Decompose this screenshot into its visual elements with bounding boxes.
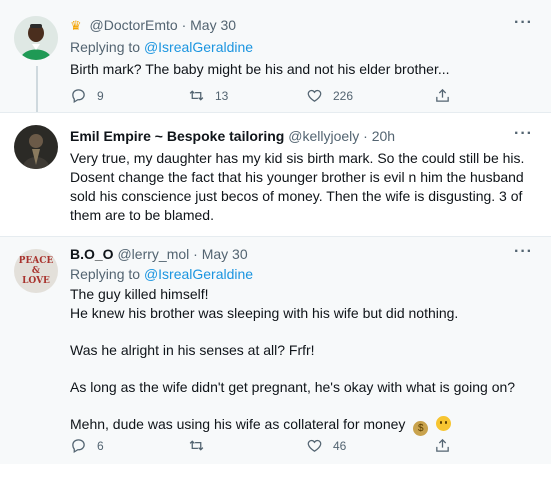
like-count: 226 <box>333 88 354 103</box>
tweet-header: B.O_O @lerry_mol · May 30 <box>70 245 248 263</box>
timestamp[interactable]: 20h <box>372 128 395 144</box>
tweet-paragraph: The guy killed himself! <box>70 286 209 302</box>
retweet-icon <box>189 90 204 101</box>
avatar-text-line: LOVE <box>22 276 50 286</box>
more-options-icon[interactable]: ··· <box>514 125 533 143</box>
thread-line <box>36 66 38 116</box>
tweet[interactable]: Emil Empire ~ Bespoke tailoring @kellyjo… <box>0 112 551 236</box>
money-bag-icon: $ <box>413 421 429 436</box>
tweet-text: Birth mark? The baby might be his and no… <box>70 60 532 79</box>
share-icon <box>436 438 449 452</box>
heart-icon <box>307 439 322 452</box>
user-handle[interactable]: @lerry_mol <box>117 246 189 262</box>
share-icon <box>436 88 449 102</box>
user-handle[interactable]: @kellyjoely <box>288 128 359 144</box>
separator-dot: · <box>181 17 187 33</box>
separator-dot: · <box>193 246 198 262</box>
tweet[interactable]: PEACE & LOVE B.O_O @lerry_mol · May 30 ·… <box>0 236 551 464</box>
tweet-header: ♛ @DoctorEmto · May 30 <box>70 16 236 35</box>
worried-face-icon <box>436 416 452 431</box>
avatar[interactable] <box>14 16 58 60</box>
retweet-icon <box>189 440 204 451</box>
tweet-text: The guy killed himself! He knew his brot… <box>70 285 532 436</box>
replying-to-label: Replying to <box>70 39 141 55</box>
more-options-icon[interactable]: ··· <box>514 243 533 261</box>
replying-to: Replying to @IsrealGeraldine <box>70 265 253 283</box>
separator-dot: · <box>363 128 368 144</box>
display-name[interactable]: Emil Empire ~ Bespoke tailoring <box>70 128 284 144</box>
heart-icon <box>307 89 322 102</box>
share-button[interactable] <box>434 87 451 104</box>
tweet-paragraph: As long as the wife didn't get pregnant,… <box>70 379 516 395</box>
tweet-paragraph: Was he alright in his senses at all? Frf… <box>70 342 315 358</box>
retweet-button[interactable]: 13 <box>188 87 228 104</box>
avatar-image <box>14 16 58 60</box>
reply-count: 9 <box>97 88 104 103</box>
avatar-text-line: & <box>31 266 41 276</box>
timestamp[interactable]: May 30 <box>190 17 236 33</box>
tweet-paragraph: Very true, my daughter has my kid sis bi… <box>70 150 525 223</box>
display-name[interactable]: B.O_O <box>70 246 114 262</box>
tweet-paragraph: He knew his brother was sleeping with hi… <box>70 305 459 321</box>
like-count: 46 <box>333 438 347 453</box>
reply-button[interactable]: 9 <box>70 87 104 104</box>
replying-to-label: Replying to <box>70 266 141 282</box>
timestamp[interactable]: May 30 <box>202 246 248 262</box>
action-bar: 6 46 <box>70 437 470 457</box>
reply-icon <box>72 89 85 104</box>
more-options-icon[interactable]: ··· <box>514 14 533 32</box>
replying-to: Replying to @IsrealGeraldine <box>70 38 253 56</box>
tweet[interactable]: ♛ @DoctorEmto · May 30 ··· Replying to @… <box>0 0 551 116</box>
avatar-text-line: PEACE <box>18 256 54 266</box>
like-button[interactable]: 226 <box>306 87 353 104</box>
crown-icon: ♛ <box>70 18 82 33</box>
avatar-text: PEACE & LOVE <box>14 256 58 286</box>
tweet-feed: ♛ @DoctorEmto · May 30 ··· Replying to @… <box>0 0 551 489</box>
reply-count: 6 <box>97 438 104 453</box>
share-button[interactable] <box>434 437 451 454</box>
avatar[interactable]: PEACE & LOVE <box>14 249 58 293</box>
action-bar: 9 13 226 <box>70 87 470 107</box>
avatar-image <box>14 125 58 169</box>
tweet-text: Very true, my daughter has my kid sis bi… <box>70 149 532 225</box>
avatar[interactable] <box>14 125 58 169</box>
retweet-button[interactable] <box>188 437 215 454</box>
retweet-count: 13 <box>215 88 229 103</box>
user-handle[interactable]: @DoctorEmto <box>90 17 178 33</box>
like-button[interactable]: 46 <box>306 437 346 454</box>
tweet-paragraph-text: Mehn, dude was using his wife as collate… <box>70 416 406 432</box>
replying-to-mention[interactable]: @IsrealGeraldine <box>144 266 253 282</box>
tweet-paragraph: Birth mark? The baby might be his and no… <box>70 61 450 77</box>
reply-button[interactable]: 6 <box>70 437 104 454</box>
tweet-last-paragraph: Mehn, dude was using his wife as collate… <box>70 415 532 436</box>
replying-to-mention[interactable]: @IsrealGeraldine <box>144 39 253 55</box>
reply-icon <box>72 439 85 454</box>
tweet-header: Emil Empire ~ Bespoke tailoring @kellyjo… <box>70 127 395 145</box>
